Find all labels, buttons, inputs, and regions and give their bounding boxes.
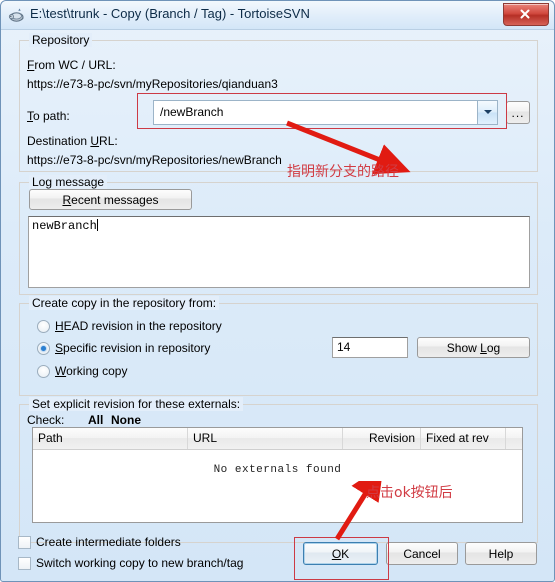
column-header-url[interactable]: URL	[188, 428, 343, 449]
radio-head-revision[interactable]	[37, 320, 50, 333]
help-button[interactable]: Help	[465, 542, 537, 565]
check-none-link[interactable]: None	[111, 413, 141, 427]
chevron-down-icon[interactable]	[477, 101, 497, 124]
log-message-group-label: Log message	[29, 175, 108, 189]
to-path-value: /newBranch	[160, 105, 224, 119]
revision-value: 14	[337, 340, 351, 354]
text-caret	[96, 219, 98, 231]
radio-head-revision-label[interactable]: HEAD revision in the repository	[55, 319, 222, 333]
externals-empty-message: No externals found	[213, 464, 342, 476]
from-wc-url-label: From WC / URL:	[27, 58, 116, 72]
show-log-label: Show Log	[446, 340, 501, 355]
checkbox-switch-working-copy[interactable]	[18, 557, 31, 570]
log-message-textarea[interactable]: newBranch	[28, 216, 530, 288]
close-button[interactable]	[503, 3, 549, 26]
log-message-text: newBranch	[32, 219, 97, 233]
destination-url-label: Destination URL:	[27, 134, 118, 148]
to-path-combobox[interactable]: /newBranch	[153, 100, 498, 125]
ok-button-label: OK	[331, 546, 350, 561]
recent-messages-button[interactable]: Recent messages	[29, 189, 192, 210]
check-label: Check:	[27, 413, 65, 427]
radio-specific-revision-label[interactable]: Specific revision in repository	[55, 341, 210, 355]
radio-working-copy-label[interactable]: Working copy	[55, 364, 127, 378]
revision-input[interactable]: 14	[332, 337, 408, 358]
radio-specific-revision[interactable]	[37, 342, 50, 355]
checkbox-switch-working-copy-label[interactable]: Switch working copy to new branch/tag	[36, 556, 243, 570]
ok-button[interactable]: OK	[303, 542, 378, 565]
title-bar: E:\test\trunk - Copy (Branch / Tag) - To…	[1, 1, 554, 30]
cancel-button-label: Cancel	[403, 546, 441, 561]
externals-list[interactable]: Path URL Revision Fixed at rev No extern…	[32, 427, 523, 523]
column-header-revision[interactable]: Revision	[343, 428, 421, 449]
column-header-fixed-at-rev[interactable]: Fixed at rev	[421, 428, 506, 449]
browse-label: ...	[511, 105, 525, 120]
create-copy-group-label: Create copy in the repository from:	[29, 296, 220, 310]
column-header-spacer	[506, 428, 522, 449]
tortoise-svn-icon	[8, 7, 25, 23]
recent-messages-label: Recent messages	[62, 192, 159, 207]
show-log-button[interactable]: Show Log	[417, 337, 530, 358]
check-all-link[interactable]: All	[88, 413, 103, 427]
from-wc-url-value: https://e73-8-pc/svn/myRepositories/qian…	[27, 77, 278, 91]
tortoisesvn-copy-dialog: E:\test\trunk - Copy (Branch / Tag) - To…	[0, 0, 555, 582]
repository-group-label: Repository	[29, 33, 93, 47]
column-header-path[interactable]: Path	[33, 428, 188, 449]
to-path-label: To path:	[27, 109, 70, 123]
browse-button[interactable]: ...	[506, 101, 530, 124]
radio-working-copy[interactable]	[37, 365, 50, 378]
dialog-client-area: Repository From WC / URL: https://e73-8-…	[1, 29, 554, 581]
checkbox-create-intermediate-folders[interactable]	[18, 536, 31, 549]
destination-url-value: https://e73-8-pc/svn/myRepositories/newB…	[27, 153, 282, 167]
externals-group-label: Set explicit revision for these external…	[29, 397, 244, 411]
externals-list-header: Path URL Revision Fixed at rev	[33, 428, 522, 450]
cancel-button[interactable]: Cancel	[386, 542, 458, 565]
checkbox-create-intermediate-folders-label[interactable]: Create intermediate folders	[36, 535, 181, 549]
close-icon	[520, 9, 530, 19]
window-title: E:\test\trunk - Copy (Branch / Tag) - To…	[30, 6, 310, 21]
help-button-label: Help	[488, 546, 514, 561]
